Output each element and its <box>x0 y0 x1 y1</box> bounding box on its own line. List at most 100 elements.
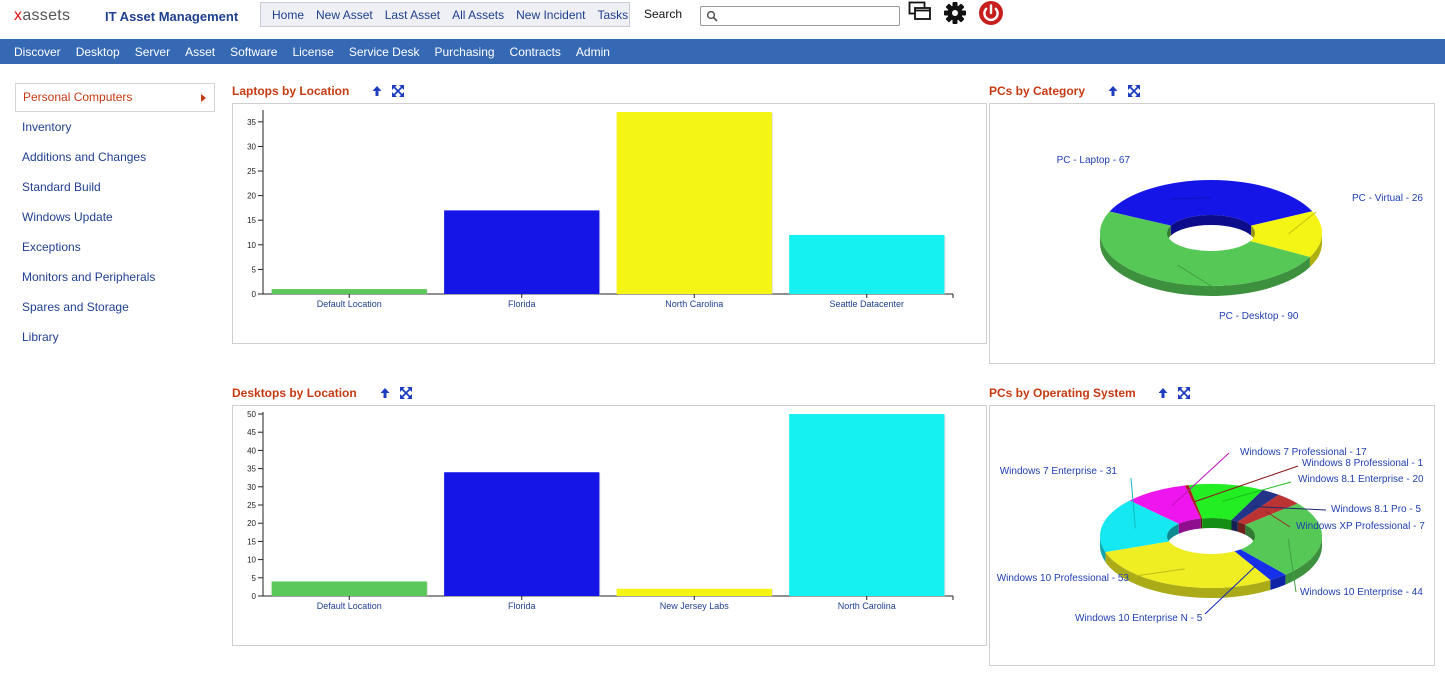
nav-tasks[interactable]: Tasks <box>598 8 629 22</box>
top-header: xassets IT Asset Management Home New Ass… <box>0 0 1445 38</box>
expand-icon[interactable] <box>1177 386 1191 400</box>
y-tick-label: 45 <box>247 428 256 437</box>
category-panel-title: PCs by Category <box>989 84 1086 98</box>
y-tick-label: 35 <box>247 118 256 127</box>
x-tick-label: North Carolina <box>665 299 723 309</box>
expand-icon[interactable] <box>399 386 413 400</box>
menu-asset[interactable]: Asset <box>185 45 215 59</box>
slice-label-windows-xp-professional-7: Windows XP Professional - 7 <box>1296 521 1425 532</box>
menu-contracts[interactable]: Contracts <box>510 45 561 59</box>
donut-inner-windows-8-1-pro-5 <box>1231 520 1238 532</box>
bar-florida <box>444 210 600 294</box>
y-tick-label: 15 <box>247 537 256 546</box>
desktops-panel-title: Desktops by Location <box>232 386 357 400</box>
menu-license[interactable]: License <box>292 45 333 59</box>
sidebar-item-standard-build[interactable]: Standard Build <box>15 172 215 202</box>
menu-service-desk[interactable]: Service Desk <box>349 45 420 59</box>
sidebar: Personal Computers Inventory Additions a… <box>15 83 215 352</box>
menu-purchasing[interactable]: Purchasing <box>435 45 495 59</box>
slice-label-pc-laptop-67: PC - Laptop - 67 <box>1057 155 1131 166</box>
arrow-up-icon[interactable] <box>1106 84 1120 98</box>
search-icon <box>706 10 718 22</box>
expand-icon[interactable] <box>1127 84 1141 98</box>
category-chart-panel: PC - Laptop - 67 PC - Virtual - 26 PC - De… <box>989 103 1435 364</box>
bar-north-carolina <box>616 112 772 294</box>
y-tick-label: 10 <box>247 241 256 250</box>
y-tick-label: 0 <box>252 290 257 299</box>
slice-label-windows-7-professional-17: Windows 7 Professional - 17 <box>1240 447 1367 458</box>
bar-default-location <box>271 289 427 294</box>
menu-desktop[interactable]: Desktop <box>76 45 120 59</box>
laptops-chart-panel: 0 5 10 15 20 25 30 35 Default Location Florida Nor… <box>232 103 987 344</box>
y-tick-label: 10 <box>247 556 256 565</box>
menu-server[interactable]: Server <box>135 45 170 59</box>
y-tick-label: 35 <box>247 465 256 474</box>
sidebar-item-monitors-and-peripherals[interactable]: Monitors and Peripherals <box>15 262 215 292</box>
os-chart-panel: Windows 7 Enterprise - 31 Windows 7 Profe… <box>989 405 1435 666</box>
arrow-up-icon[interactable] <box>378 386 392 400</box>
slice-label-windows-10-professional-53: Windows 10 Professional - 53 <box>997 573 1130 584</box>
y-tick-label: 0 <box>252 592 257 601</box>
gear-icon[interactable] <box>943 1 967 25</box>
search-input[interactable] <box>700 6 900 26</box>
donut-inner-windows-8-1-enterprise-20 <box>1202 518 1232 531</box>
nav-new-incident[interactable]: New Incident <box>516 8 585 22</box>
xassets-logo[interactable]: xassets <box>14 7 70 25</box>
nav-all-assets[interactable]: All Assets <box>452 8 504 22</box>
bar-new-jersey-labs <box>616 588 772 596</box>
x-tick-label: Florida <box>508 601 536 611</box>
y-tick-label: 15 <box>247 216 256 225</box>
arrow-up-icon[interactable] <box>1156 386 1170 400</box>
y-tick-label: 40 <box>247 446 256 455</box>
os-donut-chart: Windows 7 Enterprise - 31 Windows 7 Profe… <box>997 447 1425 624</box>
sidebar-item-additions-and-changes[interactable]: Additions and Changes <box>15 142 215 172</box>
sidebar-item-windows-update[interactable]: Windows Update <box>15 202 215 232</box>
slice-label-windows-10-enterprise-44: Windows 10 Enterprise - 44 <box>1300 587 1423 598</box>
y-tick-label: 25 <box>247 501 256 510</box>
slice-label-windows-7-enterprise-31: Windows 7 Enterprise - 31 <box>1000 466 1118 477</box>
laptops-panel-title: Laptops by Location <box>232 84 350 98</box>
search-label: Search <box>644 7 683 21</box>
slice-label-windows-8-professional-1: Windows 8 Professional - 1 <box>1302 458 1424 469</box>
sidebar-item-inventory[interactable]: Inventory <box>15 112 215 142</box>
expand-icon[interactable] <box>391 84 405 98</box>
x-tick-label: Default Location <box>317 299 382 309</box>
bar-florida <box>444 472 600 596</box>
sidebar-item-personal-computers[interactable]: Personal Computers <box>15 83 215 112</box>
y-tick-label: 30 <box>247 142 256 151</box>
main-menu: Discover Desktop Server Asset Software L… <box>0 39 1445 64</box>
bar-north-carolina <box>789 414 945 596</box>
sidebar-item-library[interactable]: Library <box>15 322 215 352</box>
logo-suffix: assets <box>22 7 71 24</box>
caret-right-icon <box>201 94 206 102</box>
x-tick-label: Seattle Datacenter <box>829 299 904 309</box>
slice-label-windows-10-enterprise-n-5: Windows 10 Enterprise N - 5 <box>1075 613 1203 624</box>
bar-default-location <box>271 581 427 596</box>
sidebar-item-spares-and-storage[interactable]: Spares and Storage <box>15 292 215 322</box>
y-tick-label: 20 <box>247 519 256 528</box>
laptops-bar-chart: 0 5 10 15 20 25 30 35 Default Location Florida Nor… <box>247 110 954 309</box>
donut-inner-windows-8-professional-1 <box>1200 518 1203 529</box>
nav-new-asset[interactable]: New Asset <box>316 8 373 22</box>
slice-label-windows-8-1-pro-5: Windows 8.1 Pro - 5 <box>1331 504 1421 515</box>
menu-discover[interactable]: Discover <box>14 45 61 59</box>
sidebar-item-exceptions[interactable]: Exceptions <box>15 232 215 262</box>
power-icon[interactable] <box>978 0 1004 26</box>
quick-nav: Home New Asset Last Asset All Assets New… <box>260 2 630 27</box>
nav-home[interactable]: Home <box>272 8 304 22</box>
y-tick-label: 25 <box>247 167 256 176</box>
app-title: IT Asset Management <box>105 9 239 24</box>
nav-last-asset[interactable]: Last Asset <box>385 8 440 22</box>
menu-software[interactable]: Software <box>230 45 277 59</box>
slice-label-windows-8-1-enterprise-20: Windows 8.1 Enterprise - 20 <box>1298 474 1424 485</box>
windows-icon[interactable] <box>908 1 932 23</box>
desktops-bar-chart: 0 5 10 15 20 25 30 35 40 45 50 Default Location Flor… <box>247 410 954 611</box>
sidebar-item-label: Personal Computers <box>23 90 133 104</box>
arrow-up-icon[interactable] <box>370 84 384 98</box>
menu-admin[interactable]: Admin <box>576 45 610 59</box>
category-donut-chart: PC - Laptop - 67 PC - Virtual - 26 PC - De… <box>1057 155 1424 322</box>
slice-label-pc-desktop-90: PC - Desktop - 90 <box>1219 311 1299 322</box>
slice-label-pc-virtual-26: PC - Virtual - 26 <box>1352 193 1423 204</box>
bar-seattle-datacenter <box>789 234 945 294</box>
y-tick-label: 5 <box>252 265 257 274</box>
